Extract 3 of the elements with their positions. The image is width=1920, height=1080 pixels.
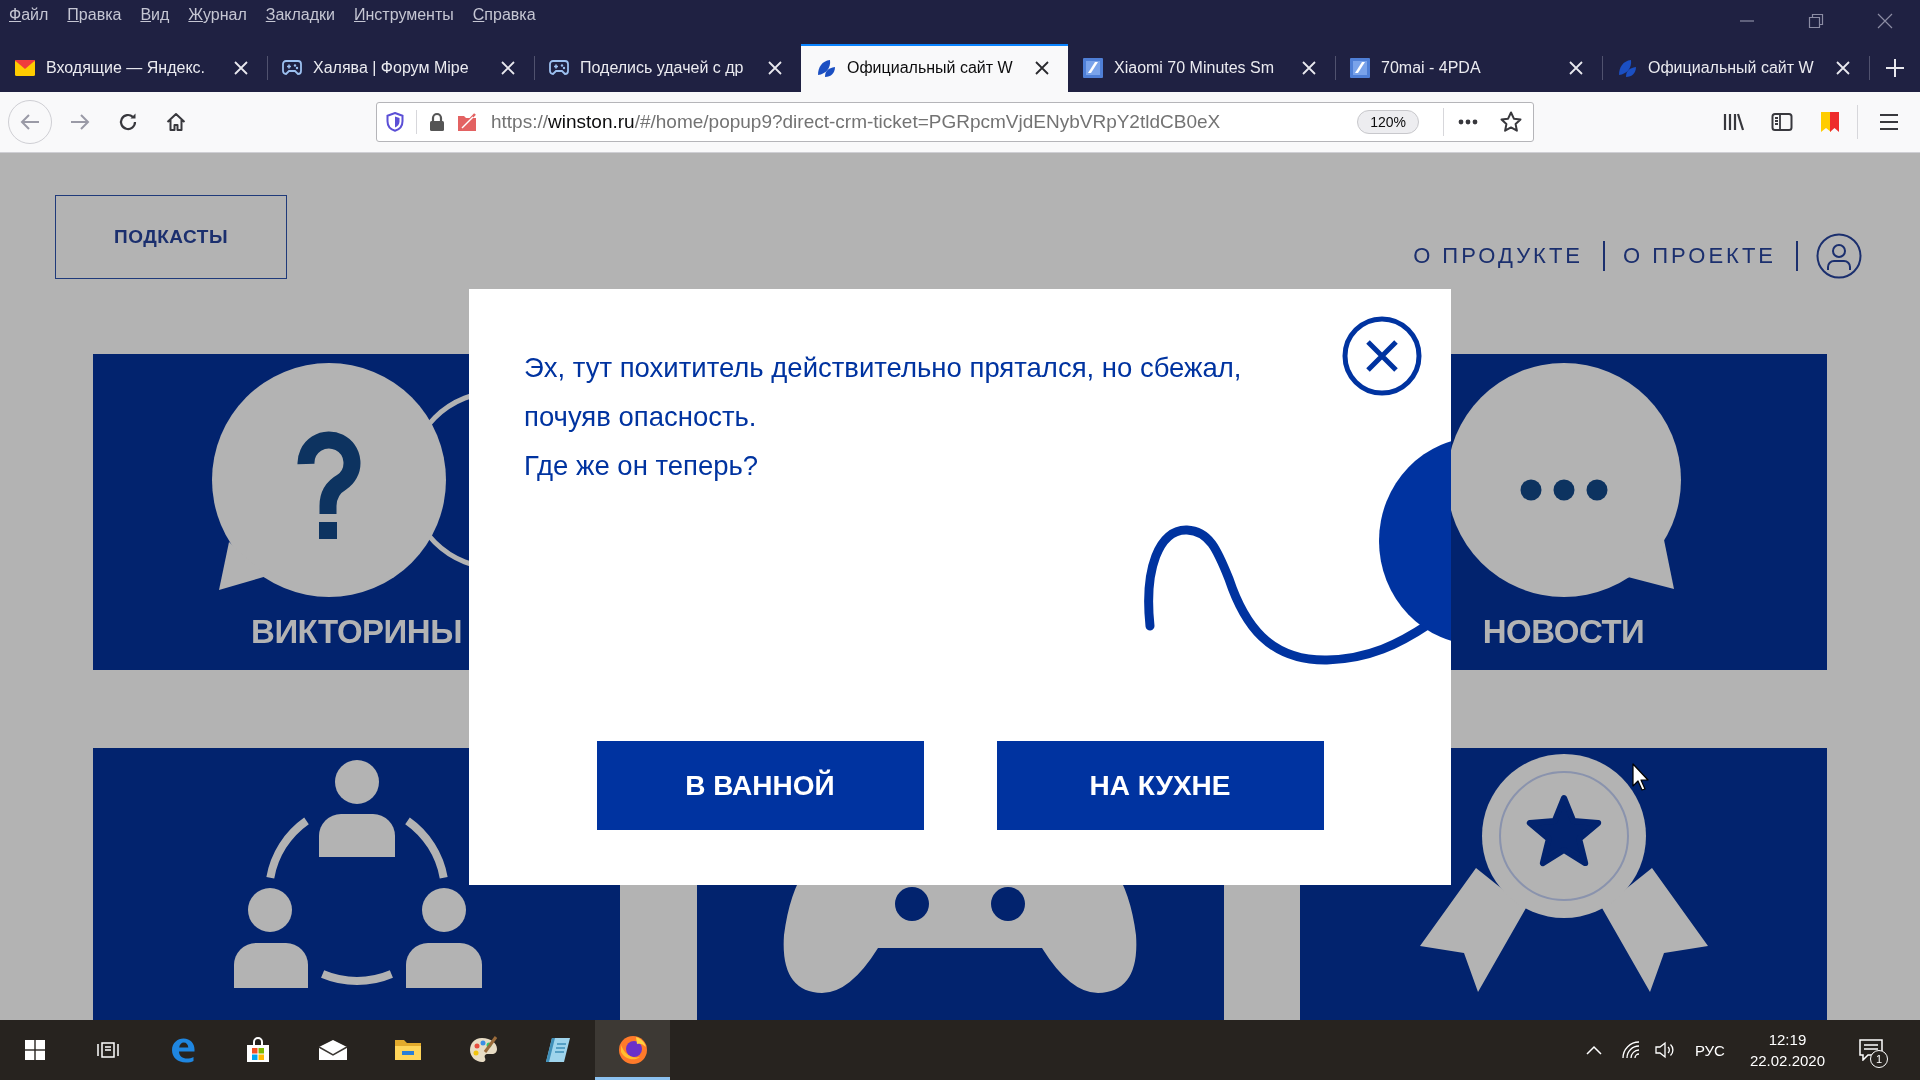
tile-label: ВИКТОРИНЫ xyxy=(251,612,462,652)
tile-label: НОВОСТИ xyxy=(1482,612,1645,652)
notification-badge: 1 xyxy=(1870,1050,1888,1068)
